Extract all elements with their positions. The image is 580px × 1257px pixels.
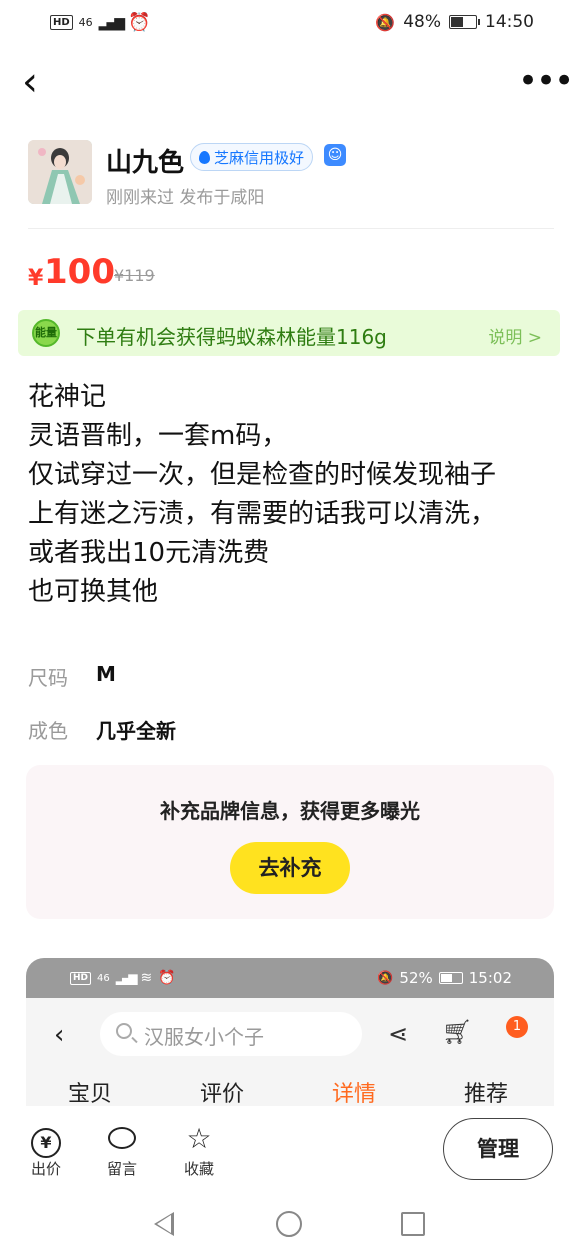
cart-badge: 1 xyxy=(506,1016,528,1038)
description-line: 也可换其他 xyxy=(28,577,159,607)
add-brand-button[interactable]: 去补充 xyxy=(230,842,350,894)
embedded-tab: 评价 xyxy=(200,1082,245,1106)
yen-icon: ¥ xyxy=(20,1122,72,1158)
seller-meta: 刚刚来过 发布于咸阳 xyxy=(106,188,265,208)
nav-recent-apps-icon[interactable] xyxy=(401,1212,425,1236)
network-icon: 46 xyxy=(97,972,110,984)
system-nav-bar xyxy=(0,1200,580,1257)
hd-icon: HD xyxy=(50,15,73,30)
embedded-status-right: 🔕 52% 15:02 xyxy=(377,969,512,987)
sesame-credit-icon xyxy=(199,150,210,164)
more-options-icon[interactable]: ••• xyxy=(518,64,574,98)
battery-icon xyxy=(449,15,480,29)
back-arrow-icon: ‹ xyxy=(54,1020,65,1050)
wifi-icon: ≋ xyxy=(140,970,153,986)
manage-button[interactable]: 管理 xyxy=(443,1118,553,1180)
attr-size-value: M xyxy=(96,662,116,686)
embedded-tab: 宝贝 xyxy=(68,1082,113,1106)
star-icon: ☆ xyxy=(186,1122,212,1155)
status-left: HD 46 ▂▄▆ ⏰ xyxy=(50,12,150,33)
alarm-icon: ⏰ xyxy=(158,970,176,986)
embedded-status-bar: HD 46 ▂▄▆ ≋ ⏰ 🔕 52% 15:02 xyxy=(26,958,554,998)
price-original: ¥119 xyxy=(114,266,155,285)
item-photo-screenshot[interactable]: HD 46 ▂▄▆ ≋ ⏰ 🔕 52% 15:02 ‹ 汉服女小个子 ⋖ 🛒︎ … xyxy=(26,958,554,1106)
comment-button[interactable]: 留言 xyxy=(96,1122,148,1179)
back-arrow-icon[interactable]: ‹ xyxy=(22,62,54,102)
alarm-icon: ⏰ xyxy=(127,12,151,33)
favorite-button[interactable]: ☆ 收藏 xyxy=(173,1122,225,1179)
brand-info-text: 补充品牌信息，获得更多曝光 xyxy=(160,799,420,823)
clock: 14:50 xyxy=(485,12,534,32)
description-line: 或者我出10元清洗费 xyxy=(28,538,270,568)
status-bar: HD 46 ▂▄▆ ⏰ 🔕 48% 14:50 xyxy=(0,0,580,44)
hd-icon: HD xyxy=(70,971,92,985)
embedded-tab-active: 详情 xyxy=(332,1082,377,1106)
embedded-clock: 15:02 xyxy=(468,969,512,987)
network-icon: 46 xyxy=(78,16,93,29)
bid-label: 出价 xyxy=(30,1160,61,1178)
embedded-search-placeholder: 汉服女小个子 xyxy=(144,1025,264,1049)
seller-avatar[interactable] xyxy=(28,140,92,204)
price-current: 100 xyxy=(44,252,115,292)
status-right: 🔕 48% 14:50 xyxy=(375,12,534,32)
embedded-battery-percent: 52% xyxy=(399,969,433,987)
description-line: 灵语晋制，一套m码， xyxy=(28,421,288,451)
seller-name[interactable]: 山九色 xyxy=(106,142,184,179)
verified-user-icon[interactable]: ☺ xyxy=(324,144,346,166)
embedded-search-box: 汉服女小个子 xyxy=(100,1012,362,1056)
cart-icon: 🛒︎ xyxy=(442,1018,473,1046)
divider xyxy=(28,228,554,229)
energy-banner[interactable]: 能量 下单有机会获得蚂蚁森林能量116g 说明 > xyxy=(18,310,560,356)
attr-condition-label: 成色 xyxy=(28,719,68,743)
energy-icon: 能量 xyxy=(32,319,60,347)
share-icon: ⋖ xyxy=(388,1020,409,1048)
price-currency: ¥ xyxy=(28,266,44,291)
search-icon xyxy=(116,1023,132,1039)
embedded-status-left: HD 46 ▂▄▆ ≋ ⏰ xyxy=(70,970,176,986)
signal-icon: ▂▄▆ xyxy=(115,971,138,985)
nav-home-icon[interactable] xyxy=(276,1211,302,1237)
description-line: 花神记 xyxy=(28,382,107,412)
battery-percent: 48% xyxy=(403,12,441,32)
energy-text: 下单有机会获得蚂蚁森林能量116g xyxy=(76,325,387,349)
nav-back-icon[interactable] xyxy=(154,1212,174,1236)
description-line: 上有迷之污渍，有需要的话我可以清洗， xyxy=(28,499,497,529)
item-description: 花神记 灵语晋制，一套m码， 仅试穿过一次，但是检查的时候发现袖子 上有迷之污渍… xyxy=(28,378,558,612)
chat-icon xyxy=(96,1122,148,1156)
avatar-illustration xyxy=(28,140,92,204)
energy-info-link[interactable]: 说明 > xyxy=(488,323,542,348)
credit-badge[interactable]: 芝麻信用极好 xyxy=(190,143,314,171)
description-line: 仅试穿过一次，但是检查的时候发现袖子 xyxy=(28,460,497,490)
bell-off-icon: 🔕 xyxy=(375,12,396,32)
bid-button[interactable]: ¥ 出价 xyxy=(20,1122,72,1179)
favorite-label: 收藏 xyxy=(183,1160,214,1178)
brand-info-card: 补充品牌信息，获得更多曝光 去补充 xyxy=(26,765,554,919)
battery-icon xyxy=(438,972,463,984)
comment-label: 留言 xyxy=(106,1160,137,1178)
bell-off-icon: 🔕 xyxy=(377,970,394,986)
credit-badge-label: 芝麻信用极好 xyxy=(214,148,305,167)
bottom-toolbar: ¥ 出价 留言 ☆ 收藏 管理 xyxy=(0,1106,580,1200)
attr-condition-value: 几乎全新 xyxy=(96,719,176,743)
attr-size-label: 尺码 xyxy=(28,666,68,690)
embedded-tab: 推荐 xyxy=(464,1082,509,1106)
signal-icon: ▂▄▆ xyxy=(98,14,125,31)
